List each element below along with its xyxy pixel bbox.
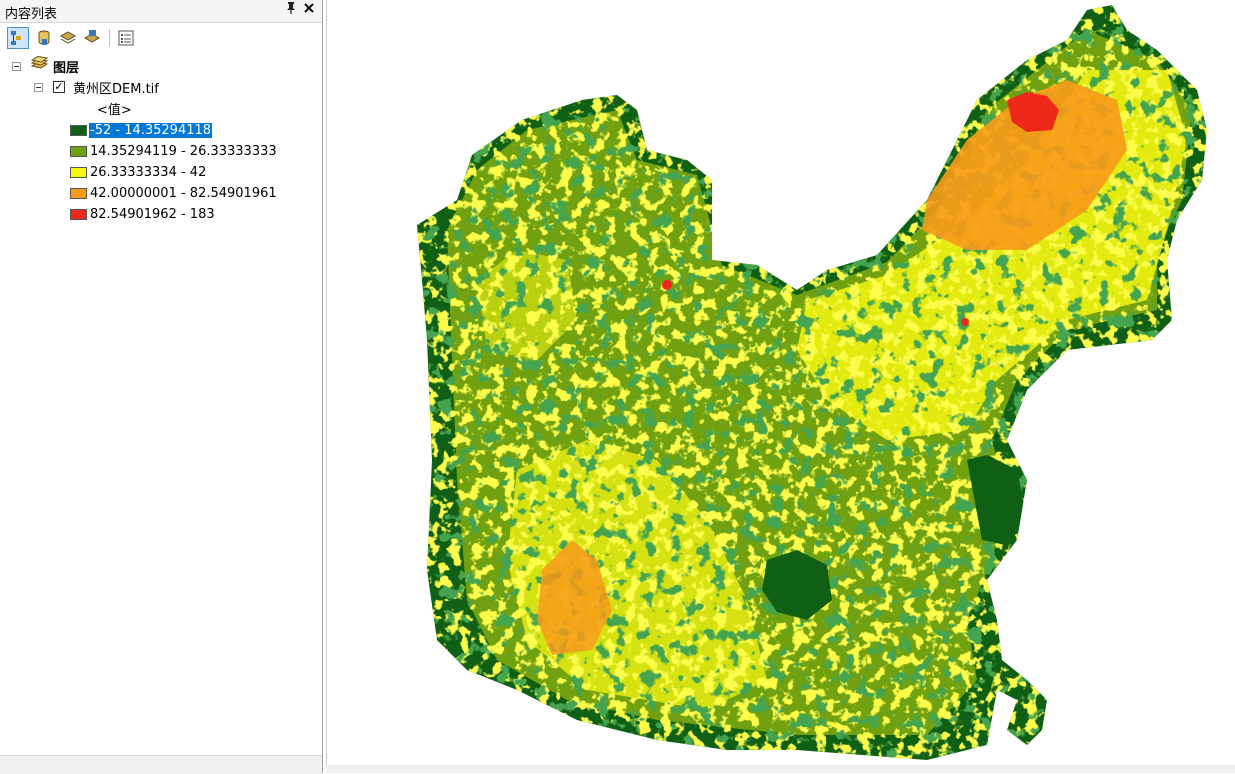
- legend-swatch: [70, 145, 87, 157]
- legend-class-label: 82.54901962 - 183: [90, 206, 215, 222]
- legend-class-label: -52 - 14.35294118: [89, 122, 213, 138]
- map-view[interactable]: [326, 0, 1207, 765]
- legend-class-label: 42.00000001 - 82.54901961: [90, 185, 277, 201]
- legend-class-row[interactable]: 26.33333334 - 42: [70, 162, 206, 182]
- legend-class-row[interactable]: -52 - 14.35294118: [70, 120, 213, 140]
- legend-swatch: [70, 187, 87, 199]
- list-by-visibility-button[interactable]: [57, 27, 79, 49]
- list-by-selection-button[interactable]: [81, 27, 103, 49]
- legend-swatch: [70, 124, 87, 136]
- layers-group-label: 图层: [53, 60, 80, 76]
- options-button[interactable]: [115, 27, 137, 49]
- dem-raster-map: [417, 5, 1207, 760]
- layer-visibility-checkbox[interactable]: ✓: [53, 81, 65, 93]
- toc-toolbar: [0, 23, 322, 53]
- panel-title-bar: 内容列表: [0, 0, 322, 23]
- options-list-icon: [118, 30, 134, 46]
- layer-name: 黄州区DEM.tif: [73, 81, 159, 97]
- close-icon[interactable]: [303, 0, 315, 18]
- legend-class-label: 14.35294119 - 26.33333333: [90, 143, 277, 159]
- layer-tree: 图层 ✓ 黄州区DEM.tif <值> -52 - 14.35294118 14…: [0, 55, 320, 755]
- collapse-layers-toggle[interactable]: [12, 61, 21, 71]
- field-label-text: <值>: [97, 102, 132, 118]
- table-of-contents-panel: 内容列表 图层 ✓ 黄州区DEM.tif <值> -52 - 14.352941…: [0, 0, 323, 774]
- legend-class-label: 26.33333334 - 42: [90, 164, 207, 180]
- value-field-label: <值>: [97, 98, 132, 118]
- raster-region: [417, 5, 1207, 760]
- selection-icon: [83, 30, 101, 43]
- toolbar-separator: [109, 29, 110, 47]
- legend-swatch: [70, 166, 87, 178]
- database-icon: [38, 30, 50, 45]
- map-bottom-bar: [326, 765, 1235, 773]
- drawing-order-icon: [11, 31, 21, 45]
- list-by-drawing-order-button[interactable]: [7, 27, 29, 49]
- panel-title: 内容列表: [5, 7, 58, 22]
- legend-class-row[interactable]: 14.35294119 - 26.33333333: [70, 141, 277, 161]
- class-peak-spot: [662, 280, 672, 290]
- layers-group-row[interactable]: 图层: [12, 55, 80, 76]
- collapse-layer-toggle[interactable]: [34, 82, 43, 92]
- layers-visibility-icon: [59, 31, 77, 44]
- legend-class-row[interactable]: 42.00000001 - 82.54901961: [70, 183, 277, 203]
- list-by-source-button[interactable]: [33, 27, 55, 49]
- legend-class-row[interactable]: 82.54901962 - 183: [70, 204, 215, 224]
- pin-icon[interactable]: [285, 1, 297, 19]
- layer-row[interactable]: ✓ 黄州区DEM.tif: [34, 77, 159, 97]
- legend-swatch: [70, 208, 87, 220]
- layers-stack-icon: [29, 55, 49, 76]
- class-peak-spot: [961, 318, 969, 326]
- panel-bottom-bar: [0, 755, 322, 774]
